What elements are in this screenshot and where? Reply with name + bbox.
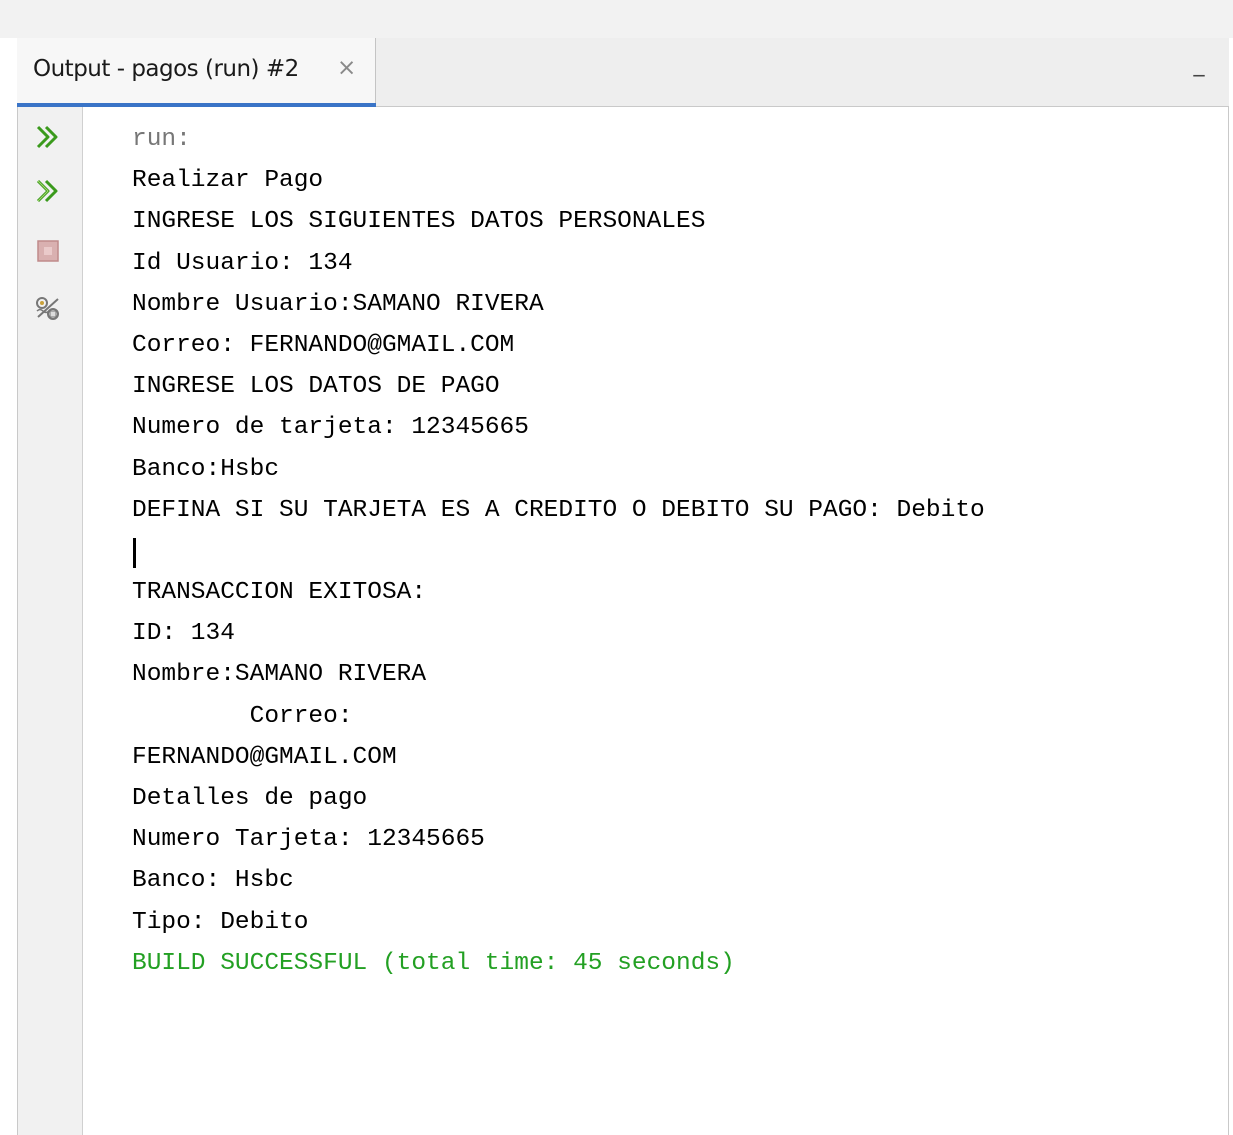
console-line: Numero Tarjeta: 12345665 [132, 826, 485, 854]
console-line: Nombre:SAMANO RIVERA [132, 661, 427, 689]
console-output[interactable]: run: Realizar Pago INGRESE LOS SIGUIENTE… [83, 107, 1229, 1135]
console-line: DEFINA SI SU TARJETA ES A CREDITO O DEBI… [132, 496, 985, 524]
console-line: run: [132, 126, 191, 153]
console-line: INGRESE LOS DATOS DE PAGO [132, 373, 500, 401]
console-lines: run: Realizar Pago INGRESE LOS SIGUIENTE… [132, 119, 985, 984]
tab-bar: Output - pagos (run) #2 × _ [17, 38, 1229, 107]
console-line: Correo: FERNANDO@GMAIL.COM [132, 331, 515, 359]
settings-icon [36, 297, 59, 320]
output-toolbar [17, 107, 83, 1135]
build-status-line: BUILD SUCCESSFUL (total time: 45 seconds… [132, 949, 735, 977]
tab-output[interactable]: Output - pagos (run) #2 × [17, 38, 376, 107]
console-input-line[interactable] [132, 531, 985, 572]
tab-title: Output - pagos (run) #2 [33, 56, 299, 82]
rerun-with-options-button[interactable] [30, 173, 66, 209]
console-line: Banco:Hsbc [132, 455, 280, 483]
console-line: Tipo: Debito [132, 908, 309, 936]
settings-button[interactable] [30, 291, 66, 327]
console-line: Correo: [132, 702, 353, 730]
stop-button[interactable] [30, 233, 66, 269]
console-line: Banco: Hsbc [132, 867, 294, 895]
minimize-button[interactable]: _ [1185, 52, 1213, 86]
console-line: TRANSACCION EXITOSA: [132, 579, 427, 607]
top-strip [0, 0, 1233, 38]
console-line: FERNANDO@GMAIL.COM [132, 743, 397, 771]
console-line: Id Usuario: 134 [132, 249, 353, 277]
console-line: Nombre Usuario:SAMANO RIVERA [132, 290, 544, 318]
text-caret [133, 537, 136, 568]
console-line: INGRESE LOS SIGUIENTES DATOS PERSONALES [132, 208, 706, 236]
console-line: Realizar Pago [132, 167, 324, 195]
console-line: ID: 134 [132, 620, 235, 648]
rerun-icon [36, 125, 58, 149]
rerun-with-options-icon [36, 179, 58, 203]
console-line: Numero de tarjeta: 12345665 [132, 414, 529, 442]
close-icon[interactable]: × [337, 55, 356, 81]
console-line: Detalles de pago [132, 785, 368, 812]
output-window: Output - pagos (run) #2 × _ run: Realiza… [17, 38, 1229, 1135]
rerun-button[interactable] [30, 119, 66, 155]
stop-icon [37, 240, 59, 262]
